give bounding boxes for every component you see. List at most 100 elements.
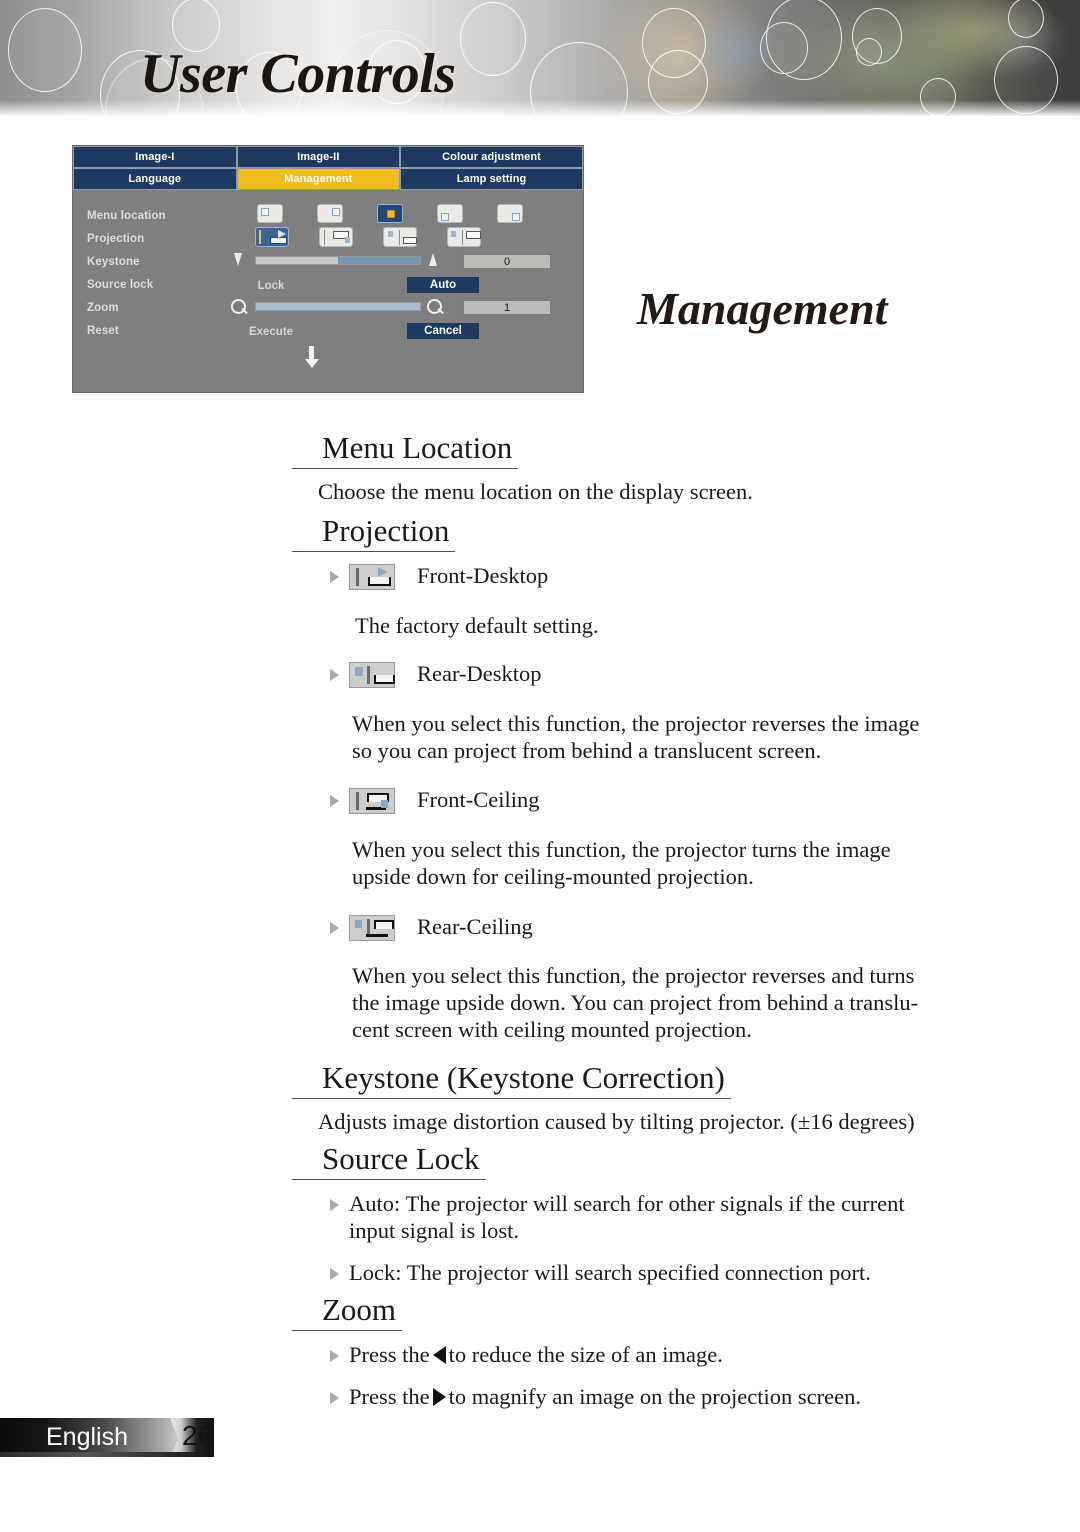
footer-page-number: 26	[182, 1420, 214, 1451]
zoom-reduce-text: Press the to reduce the size of an image.	[349, 1341, 723, 1368]
source-lock-bullet-lock: Lock: The projector will search specifie…	[330, 1259, 1020, 1286]
page-header-banner: User Controls	[0, 0, 1080, 116]
heading-keystone: Keystone (Keystone Correction)	[292, 1060, 731, 1099]
decorative-bubble	[8, 8, 82, 92]
front-ceiling-label: Front-Ceiling	[417, 787, 540, 812]
rear-ceiling-icon	[349, 915, 395, 941]
heading-zoom: Zoom	[292, 1292, 403, 1331]
rear-desktop-label: Rear-Desktop	[417, 661, 542, 686]
projection-option-front-ceiling[interactable]	[319, 227, 353, 247]
keystone-max-icon	[429, 253, 437, 266]
paragraph-rear-desktop: When you select this function, the proje…	[352, 711, 920, 763]
bullet-triangle-icon	[330, 1350, 339, 1362]
keystone-slider-fill	[338, 257, 420, 264]
footer-underline	[0, 1452, 212, 1457]
bullet-triangle-icon	[330, 1392, 339, 1404]
projection-option-rear-ceiling[interactable]	[447, 227, 481, 247]
beam-glyph	[388, 231, 393, 237]
zoom-reduce-post: to reduce the size of an image.	[448, 1342, 723, 1367]
divider-glyph	[367, 666, 370, 684]
keystone-value[interactable]: 0	[463, 254, 551, 269]
beam-glyph	[355, 920, 362, 928]
menu-location-option-bottom-right[interactable]	[497, 204, 523, 223]
ceiling-bar-glyph	[366, 934, 388, 937]
bullet-triangle-icon	[330, 1268, 339, 1280]
page-footer: English 26	[0, 1418, 260, 1458]
heading-source-lock: Source Lock	[292, 1141, 486, 1180]
keystone-slider[interactable]	[255, 256, 421, 265]
scroll-down-icon[interactable]	[305, 346, 319, 368]
osd-label-reset: Reset	[87, 325, 119, 337]
zoom-magnify-pre: Press the	[349, 1384, 430, 1409]
projection-item-front-ceiling: Front-Ceiling	[330, 786, 540, 814]
beam-glyph	[378, 567, 387, 577]
paragraph-rear-ceiling: When you select this function, the proje…	[352, 963, 919, 1042]
tab-image-i[interactable]: Image-I	[73, 146, 237, 168]
paragraph-front-desktop: The factory default setting.	[355, 613, 599, 638]
projection-option-rear-desktop[interactable]	[383, 227, 417, 247]
ceiling-mount-glyph	[374, 920, 394, 929]
bullet-triangle-icon	[330, 795, 339, 807]
osd-tab-row-2: Language Management Lamp setting	[73, 168, 583, 190]
divider-glyph	[324, 230, 325, 245]
menu-location-option-bottom-left[interactable]	[437, 204, 463, 223]
zoom-slider[interactable]	[255, 302, 421, 311]
projection-item-rear-ceiling: Rear-Ceiling	[330, 913, 533, 941]
decorative-bubble	[766, 0, 842, 80]
osd-tab-row-1: Image-I Image-II Colour adjustment	[73, 146, 583, 168]
tab-management[interactable]: Management	[236, 168, 401, 190]
paragraph-keystone: Adjusts image distortion caused by tilti…	[318, 1109, 915, 1134]
divider-glyph	[462, 230, 463, 245]
tab-language[interactable]: Language	[73, 168, 237, 190]
left-arrow-icon	[432, 1346, 446, 1364]
beam-glyph	[345, 237, 350, 243]
projector-glyph	[356, 568, 359, 586]
beam-glyph	[451, 231, 456, 237]
projection-item-rear-desktop: Rear-Desktop	[330, 660, 542, 688]
screen-glyph	[374, 675, 395, 684]
projector-glyph	[259, 230, 261, 244]
beam-glyph	[381, 800, 388, 808]
decorative-bubble	[1008, 0, 1044, 38]
osd-label-projection: Projection	[87, 233, 145, 245]
osd-body: Menu location Projection Keystone Source…	[73, 190, 583, 392]
zoom-value[interactable]: 1	[463, 300, 551, 315]
zoom-bullet-reduce: Press the to reduce the size of an image.	[330, 1341, 723, 1368]
source-lock-lock-text: Lock: The projector will search specifie…	[349, 1260, 871, 1285]
banner-fade	[0, 100, 1080, 116]
tab-colour-adjustment[interactable]: Colour adjustment	[400, 146, 583, 168]
source-lock-auto-text: Auto: The projector will search for othe…	[349, 1191, 905, 1243]
reset-option-cancel[interactable]: Cancel	[407, 323, 479, 339]
right-arrow-icon	[432, 1388, 446, 1406]
rear-desktop-icon	[349, 662, 395, 688]
osd-menu: Image-I Image-II Colour adjustment Langu…	[72, 145, 584, 393]
osd-label-menu-location: Menu location	[87, 210, 166, 222]
source-lock-option-lock[interactable]: Lock	[228, 278, 314, 294]
screen-glyph	[270, 237, 287, 244]
decorative-bubble	[852, 8, 902, 64]
page-title: User Controls	[140, 43, 456, 105]
zoom-reduce-pre: Press the	[349, 1342, 430, 1367]
screen-glyph	[368, 577, 391, 586]
section-title: Management	[637, 283, 888, 334]
divider-glyph	[399, 230, 400, 245]
source-lock-bullet-auto: Auto: The projector will search for othe…	[330, 1190, 1020, 1244]
osd-label-zoom: Zoom	[87, 302, 119, 314]
front-desktop-label: Front-Desktop	[417, 563, 549, 588]
menu-location-option-center[interactable]	[377, 204, 403, 223]
projection-item-front-desktop: Front-Desktop	[330, 562, 548, 590]
reset-option-execute[interactable]: Execute	[228, 324, 314, 340]
menu-location-option-top-left[interactable]	[257, 204, 283, 223]
front-ceiling-icon	[349, 788, 395, 814]
tab-lamp-setting[interactable]: Lamp setting	[400, 168, 583, 190]
screen-glyph	[403, 237, 417, 244]
menu-location-option-top-right[interactable]	[317, 204, 343, 223]
heading-projection: Projection	[292, 513, 456, 552]
tab-image-ii[interactable]: Image-II	[236, 146, 401, 168]
projection-option-front-desktop[interactable]	[255, 227, 289, 247]
osd-label-source-lock: Source lock	[87, 279, 154, 291]
beam-glyph	[355, 667, 363, 676]
divider-glyph	[356, 792, 359, 810]
source-lock-option-auto[interactable]: Auto	[407, 277, 479, 293]
beam-glyph	[278, 230, 286, 238]
